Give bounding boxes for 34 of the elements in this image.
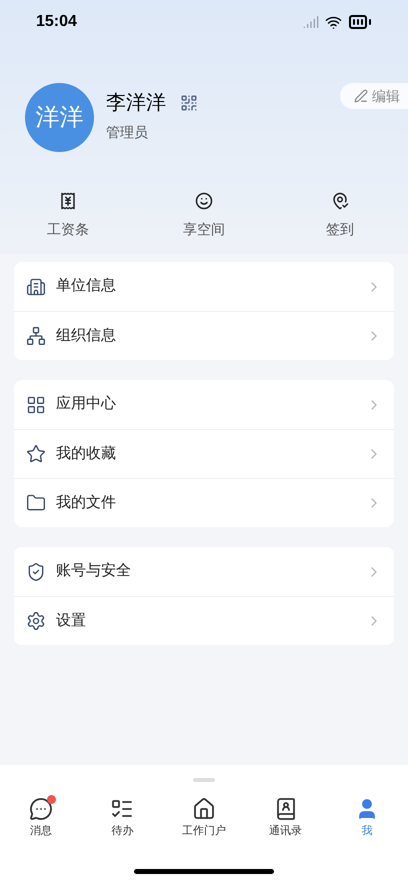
menu-item[interactable]: 单位信息 [14,262,394,311]
tab[interactable]: 消息 [0,797,82,840]
quick-action[interactable]: 工资条 [0,192,136,240]
avatar: 洋洋 [25,83,94,152]
menu-item[interactable]: 账号与安全 [14,547,394,596]
receipt-icon [59,192,77,210]
status-time: 15:04 [36,12,77,32]
smile-icon [195,192,213,210]
tab[interactable]: 工作门户 [163,797,245,840]
settings-icon [26,611,46,631]
pin-icon [331,192,349,210]
chat-icon [28,797,53,821]
tab[interactable]: 通讯录 [244,797,326,840]
tab[interactable]: 待办 [82,797,164,840]
building-icon [26,276,46,296]
folder-icon [26,493,46,513]
user-role: 管理员 [106,123,149,142]
shield-icon [26,562,46,582]
qr-code-icon[interactable] [180,94,198,112]
menu-item[interactable]: 我的文件 [14,478,394,527]
home-icon [192,797,216,821]
user-name: 李洋洋 [106,91,166,116]
hierarchy-icon [26,326,46,346]
menu-item[interactable]: 组织信息 [14,311,394,360]
star-icon [26,444,46,464]
quick-action[interactable]: 签到 [272,192,408,240]
tab[interactable]: 我 [326,797,408,840]
grid-icon [26,394,46,414]
menu-item[interactable]: 设置 [14,596,394,645]
pencil-icon [354,89,368,103]
menu-item[interactable]: 应用中心 [14,380,394,429]
menu-item[interactable]: 我的收藏 [14,429,394,478]
quick-action[interactable]: 享空间 [136,192,272,240]
signal-icon [303,14,319,30]
